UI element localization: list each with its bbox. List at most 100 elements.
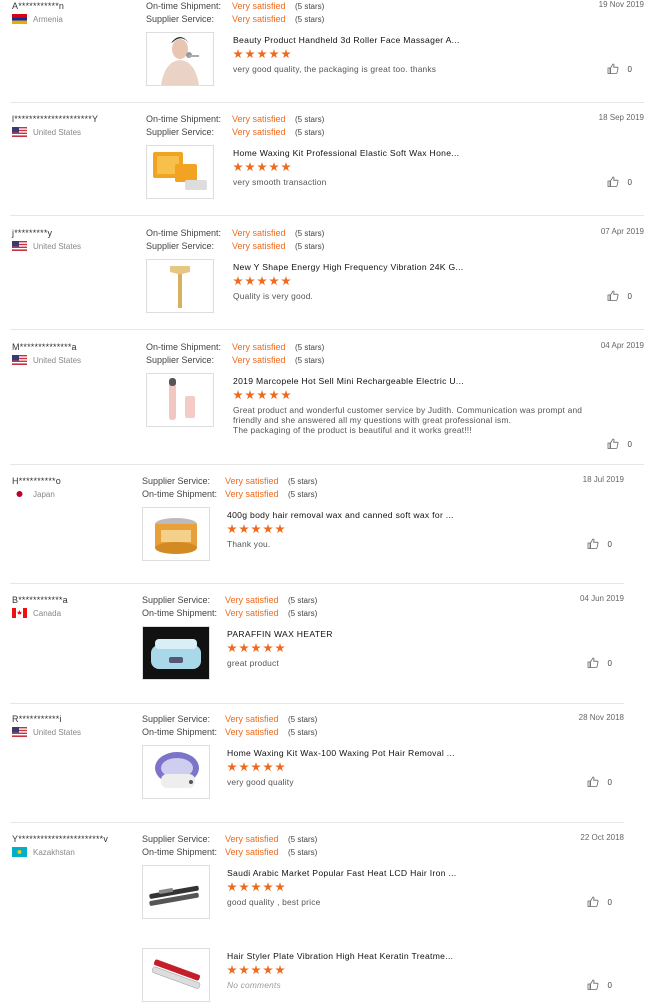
rating-label: Supplier Service: bbox=[142, 834, 211, 844]
review-comment: Great product and wonderful customer ser… bbox=[233, 405, 583, 435]
star-icon bbox=[227, 965, 237, 975]
star-icon bbox=[239, 524, 249, 534]
product-title-link[interactable]: 2019 Marcopele Hot Sell Mini Rechargeabl… bbox=[233, 376, 464, 386]
star-rating bbox=[233, 49, 291, 59]
star-icon bbox=[263, 762, 273, 772]
star-icon bbox=[281, 162, 291, 172]
helpful-button[interactable]: 0 bbox=[587, 776, 612, 789]
rating-stars-count: (5 stars) bbox=[295, 15, 325, 24]
helpful-count: 0 bbox=[607, 540, 612, 549]
star-icon bbox=[263, 643, 273, 653]
star-rating bbox=[233, 162, 291, 172]
helpful-button[interactable]: 0 bbox=[587, 896, 612, 909]
product-title-link[interactable]: Home Waxing Kit Wax-100 Waxing Pot Hair … bbox=[227, 748, 455, 758]
rating-row: Supplier Service: Very satisfied (5 stars) bbox=[142, 834, 317, 844]
thumbs-up-icon bbox=[587, 657, 599, 670]
helpful-button[interactable]: 0 bbox=[587, 657, 612, 670]
product-thumbnail[interactable] bbox=[142, 948, 210, 1002]
star-icon bbox=[275, 643, 285, 653]
rating-value: Very satisfied bbox=[225, 714, 279, 724]
wax-can-image bbox=[143, 508, 209, 560]
rating-label: On-time Shipment: bbox=[142, 727, 218, 737]
star-icon bbox=[239, 965, 249, 975]
product-title-link[interactable]: Hair Styler Plate Vibration High Heat Ke… bbox=[227, 951, 453, 961]
product-thumbnail[interactable] bbox=[146, 373, 214, 427]
star-rating bbox=[227, 643, 285, 653]
rating-row: On-time Shipment: Very satisfied (5 stars) bbox=[146, 342, 324, 352]
star-icon bbox=[251, 965, 261, 975]
star-icon bbox=[233, 390, 243, 400]
product-thumbnail[interactable] bbox=[146, 259, 214, 313]
country-name: United States bbox=[33, 727, 82, 737]
country-name: Kazakhstan bbox=[33, 847, 75, 857]
rating-stars-count: (5 stars) bbox=[295, 356, 325, 365]
rating-row: On-time Shipment: Very satisfied (5 stars) bbox=[142, 847, 317, 857]
rating-label: Supplier Service: bbox=[146, 355, 215, 365]
helpful-button[interactable]: 0 bbox=[587, 538, 612, 551]
product-title-link[interactable]: PARAFFIN WAX HEATER bbox=[227, 629, 333, 639]
product-thumbnail[interactable] bbox=[142, 865, 210, 919]
star-icon bbox=[269, 390, 279, 400]
product-title-link[interactable]: Saudi Arabic Market Popular Fast Heat LC… bbox=[227, 868, 457, 878]
reviewer-name: A***********n bbox=[12, 1, 65, 11]
rating-value: Very satisfied bbox=[225, 834, 279, 844]
rating-label: On-time Shipment: bbox=[146, 228, 222, 238]
thumbs-up-icon bbox=[607, 63, 619, 76]
rating-row: On-time Shipment: Very satisfied (5 stars) bbox=[146, 228, 324, 238]
rating-label: On-time Shipment: bbox=[142, 847, 218, 857]
helpful-button[interactable]: 0 bbox=[607, 438, 632, 451]
rating-value: Very satisfied bbox=[232, 241, 286, 251]
wax-kit-image bbox=[147, 146, 213, 198]
star-icon bbox=[245, 390, 255, 400]
helpful-button[interactable]: 0 bbox=[607, 63, 632, 76]
product-thumbnail[interactable] bbox=[146, 145, 214, 199]
review-date: 04 Apr 2019 bbox=[600, 341, 644, 350]
product-thumbnail[interactable] bbox=[142, 745, 210, 799]
rating-stars-count: (5 stars) bbox=[288, 596, 318, 605]
rating-label: Supplier Service: bbox=[146, 241, 215, 251]
rating-stars-count: (5 stars) bbox=[288, 715, 318, 724]
rating-label: On-time Shipment: bbox=[146, 1, 222, 11]
product-thumbnail[interactable] bbox=[142, 626, 210, 680]
product-title-link[interactable]: Beauty Product Handheld 3d Roller Face M… bbox=[233, 35, 460, 45]
rating-row: On-time Shipment: Very satisfied (5 stars) bbox=[146, 114, 324, 124]
rating-row: Supplier Service: Very satisfied (5 stars) bbox=[146, 355, 324, 365]
helpful-button[interactable]: 0 bbox=[607, 176, 632, 189]
review-date: 18 Jul 2019 bbox=[582, 475, 624, 484]
star-icon bbox=[263, 965, 273, 975]
star-icon bbox=[251, 762, 261, 772]
rating-row: On-time Shipment: Very satisfied (5 stars) bbox=[146, 1, 324, 11]
helpful-button[interactable]: 0 bbox=[607, 290, 632, 303]
country-name: Armenia bbox=[33, 14, 63, 24]
star-icon bbox=[257, 390, 267, 400]
rating-value: Very satisfied bbox=[225, 595, 279, 605]
rating-stars-count: (5 stars) bbox=[288, 609, 318, 618]
reviewer-country: Armenia bbox=[12, 14, 63, 24]
rating-label: On-time Shipment: bbox=[142, 489, 218, 499]
product-title-link[interactable]: 400g body hair removal wax and canned so… bbox=[227, 510, 454, 520]
product-title-link[interactable]: Home Waxing Kit Professional Elastic Sof… bbox=[233, 148, 459, 158]
helpful-count: 0 bbox=[607, 778, 612, 787]
helpful-button[interactable]: 0 bbox=[587, 979, 612, 992]
rating-label: Supplier Service: bbox=[146, 14, 215, 24]
flag-canada-icon bbox=[12, 608, 27, 618]
star-icon bbox=[251, 643, 261, 653]
review-separator bbox=[10, 703, 624, 704]
helpful-count: 0 bbox=[627, 65, 632, 74]
rating-label: Supplier Service: bbox=[142, 595, 211, 605]
product-thumbnail[interactable] bbox=[142, 507, 210, 561]
review-comment: good quality , best price bbox=[227, 897, 321, 907]
reviewer-name: H**********o bbox=[12, 476, 61, 486]
review-date: 28 Nov 2018 bbox=[578, 713, 624, 722]
star-icon bbox=[263, 882, 273, 892]
rating-stars-count: (5 stars) bbox=[295, 343, 325, 352]
rating-value: Very satisfied bbox=[232, 127, 286, 137]
review-separator bbox=[10, 102, 644, 103]
product-thumbnail[interactable] bbox=[146, 32, 214, 86]
flag-japan-icon bbox=[12, 489, 27, 499]
rating-row: On-time Shipment: Very satisfied (5 stars) bbox=[142, 608, 317, 618]
reviewer-country: Kazakhstan bbox=[12, 847, 75, 857]
star-icon bbox=[269, 276, 279, 286]
product-title-link[interactable]: New Y Shape Energy High Frequency Vibrat… bbox=[233, 262, 464, 272]
review-comment: great product bbox=[227, 658, 279, 668]
